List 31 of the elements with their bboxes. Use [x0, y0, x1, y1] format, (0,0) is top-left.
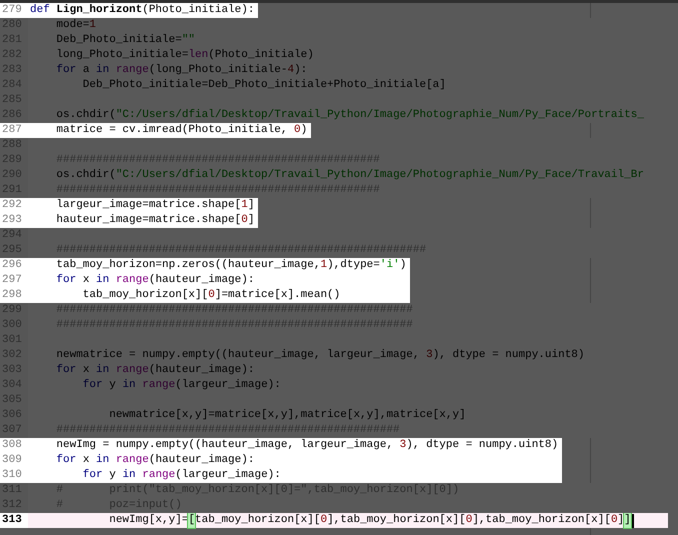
code-text: tab_moy_horizon=np.zeros((hauteur_image,1),dtype='i') [55, 258, 406, 273]
code-text: for y in range(largeur_image): [82, 378, 281, 393]
code-text: Deb_Photo_initiale=Deb_Photo_initiale+Photo_initiale[a] [82, 78, 446, 93]
code-editor[interactable] [0, 0, 678, 535]
code-text: ################################################# [55, 153, 380, 168]
code-text: mode=1 [55, 18, 96, 33]
code-text: for x in range(hauteur_image): [55, 453, 254, 468]
code-text: newmatrice = numpy.empty((hauteur_image, largeur_image, 3), dtype = numpy.uint8) [55, 348, 585, 363]
code-text: tab_moy_horizon[x][0]=matrice[x].mean() [82, 288, 340, 303]
code-text: long_Photo_initiale=len(Photo_initiale) [55, 48, 314, 63]
code-text: ###################################################### [55, 303, 413, 318]
code-text: largeur_image=matrice.shape[1] [55, 198, 254, 213]
code-text: def Lign_horizont(Photo_initiale): [29, 3, 254, 18]
code-text: ######################################################## [55, 243, 426, 258]
code-text: ################################################# [55, 183, 380, 198]
code-text: for y in range(largeur_image): [82, 468, 281, 483]
code-text: for a in range(long_Photo_initiale-4): [55, 63, 308, 78]
code-text: hauteur_image=matrice.shape[0] [55, 213, 254, 228]
line-number: 313 [0, 513, 28, 528]
code-text: matrice = cv.imread(Photo_initiale, 0) [55, 123, 308, 138]
code-text: Deb_Photo_initiale="" [55, 33, 196, 48]
code-text: #################################################### [55, 423, 400, 438]
code-text: os.chdir("C:/Users/dfial/Desktop/Travail_Python/Image/Photographie_Num/Py_Face/Portraits_ [55, 108, 644, 123]
code-text: for x in range(hauteur_image): [55, 363, 254, 378]
code-text: ###################################################### [55, 318, 413, 333]
code-text: newmatrice[x,y]=matrice[x,y],matrice[x,y],matrice[x,y] [108, 408, 466, 423]
code-text: newImg[x,y]=[tab_moy_horizon[x][0],tab_moy_horizon[x][0],tab_moy_horizon[x][0]] [108, 513, 631, 528]
text-cursor [632, 514, 634, 528]
code-text: os.chdir("C:/Users/dfial/Desktop/Travail_Python/Image/Photographie_Num/Py_Face/Travail_Br [55, 168, 644, 183]
code-text: for x in range(hauteur_image): [55, 273, 254, 288]
code-text: newImg = numpy.empty((hauteur_image, largeur_image, 3), dtype = numpy.uint8) [55, 438, 558, 453]
